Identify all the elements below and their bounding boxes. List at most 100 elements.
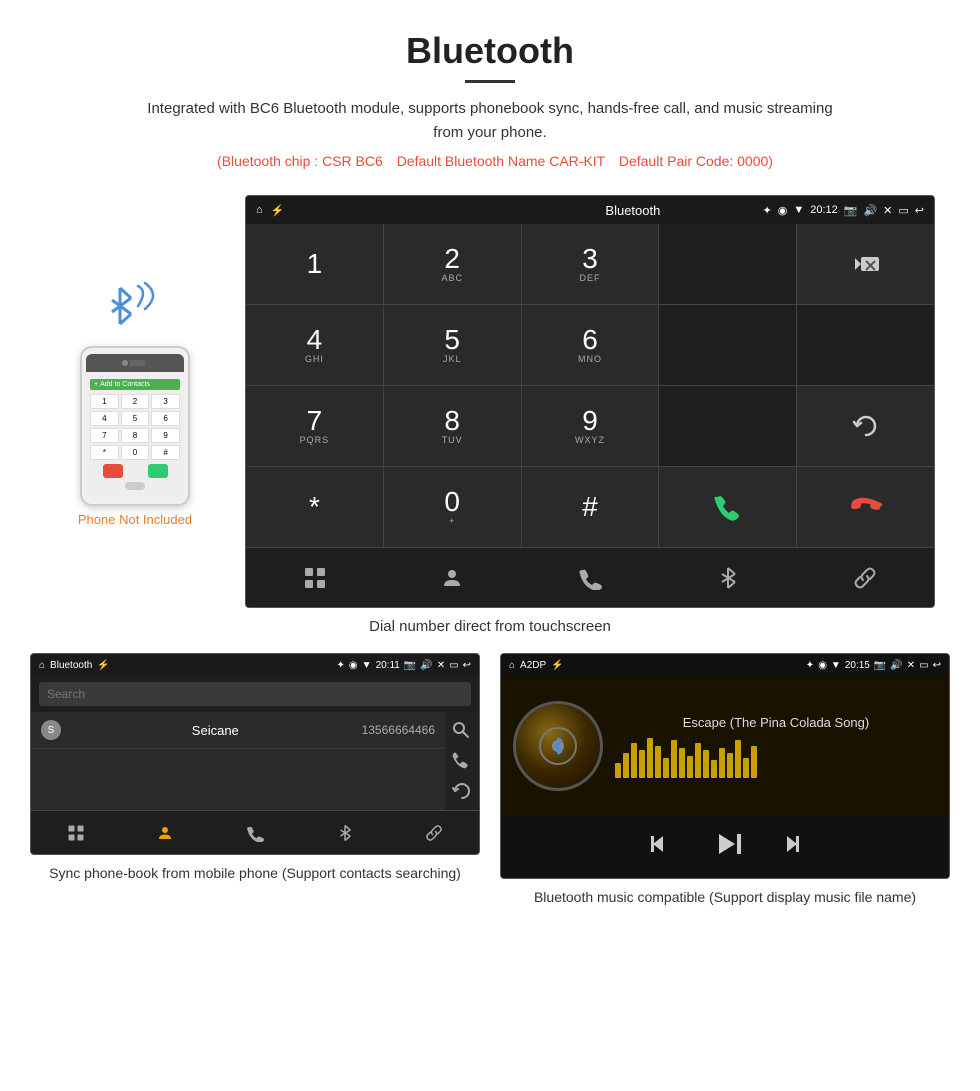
eq-bar: [679, 748, 685, 778]
dial-key-9[interactable]: 9 WXYZ: [522, 386, 659, 466]
page-header: Bluetooth Integrated with BC6 Bluetooth …: [0, 0, 980, 195]
eq-bar: [711, 760, 717, 778]
pb-nav-grid[interactable]: [31, 811, 121, 854]
phone-call-btn[interactable]: [148, 464, 168, 478]
pb-search-input[interactable]: [39, 682, 471, 706]
nav-grid[interactable]: [246, 548, 384, 607]
dial-key-8[interactable]: 8 TUV: [384, 386, 521, 466]
dial-key-3[interactable]: 3 DEF: [522, 224, 659, 304]
phone-key: 9: [151, 428, 180, 443]
phone-end-btn[interactable]: [103, 464, 123, 478]
music-status-left: ⌂ A2DP ⚡: [509, 660, 801, 671]
info-code: Default Pair Code: 0000): [619, 153, 773, 169]
phone-not-included-label: Phone Not Included: [78, 512, 192, 527]
nav-link[interactable]: [796, 548, 934, 607]
pb-contact-number: 13566664466: [362, 723, 435, 737]
dial-call-red[interactable]: [797, 467, 934, 547]
dial-key-1[interactable]: 1: [246, 224, 383, 304]
eq-bar: [695, 743, 701, 778]
dial-key-4[interactable]: 4 GHI: [246, 305, 383, 385]
prev-track-btn[interactable]: [649, 830, 677, 864]
window-icon: ▭: [898, 204, 908, 217]
pb-nav-link[interactable]: [389, 811, 479, 854]
pb-grid-icon: [67, 824, 85, 842]
dial-key-star[interactable]: *: [246, 467, 383, 547]
music-content-area: Escape (The Pina Colada Song): [501, 676, 949, 816]
phone-icon: [578, 566, 602, 590]
phone-key: 4: [90, 411, 119, 426]
dial-call-green[interactable]: [659, 467, 796, 547]
music-loc-icon: ◉: [818, 660, 827, 671]
dial-empty-4: [659, 386, 796, 466]
status-bar-right: ✦ ◉ ▼ 20:12 📷 🔊 ✕ ▭ ↩: [763, 204, 925, 217]
info-name: Default Bluetooth Name CAR-KIT: [397, 153, 605, 169]
phone-key: 0: [121, 445, 150, 460]
nav-bluetooth[interactable]: [659, 548, 797, 607]
bluetooth-icon: [105, 286, 135, 326]
phone-bottom-row: [90, 464, 180, 478]
nav-phone[interactable]: [521, 548, 659, 607]
eq-bar: [615, 763, 621, 778]
music-usb-icon: ⚡: [551, 660, 563, 671]
dial-empty-3: [797, 305, 934, 385]
pb-contact-row[interactable]: S Seicane 13566664466: [31, 712, 445, 749]
phone-keypad: 1 2 3 4 5 6 7 8 9 * 0 #: [90, 394, 180, 460]
nav-person[interactable]: [384, 548, 522, 607]
eq-bar: [703, 750, 709, 778]
back-icon: ↩: [915, 204, 924, 217]
signal-arcs-icon: [133, 281, 173, 331]
usb-icon: ⚡: [271, 204, 285, 217]
location-icon: ◉: [778, 204, 788, 217]
pb-vol-icon: 🔊: [420, 660, 432, 671]
dial-key-0[interactable]: 0 +: [384, 467, 521, 547]
home-icon: ⌂: [256, 204, 263, 216]
pb-contact-letter: S: [41, 720, 61, 740]
pb-usb-icon: ⚡: [97, 660, 109, 671]
phone-key: 7: [90, 428, 119, 443]
main-caption: Dial number direct from touchscreen: [0, 618, 980, 635]
music-vol-icon: 🔊: [890, 660, 902, 671]
eq-bar: [663, 758, 669, 778]
pb-app-name: Bluetooth: [50, 660, 92, 671]
android-dial-screen: ⌂ ⚡ Bluetooth ✦ ◉ ▼ 20:12 📷 🔊 ✕ ▭ ↩ 1: [245, 195, 935, 608]
next-track-btn[interactable]: [773, 830, 801, 864]
volume-icon: 🔊: [863, 204, 877, 217]
phone-key: *: [90, 445, 119, 460]
pb-contact-content: S Seicane 13566664466: [31, 712, 479, 810]
play-pause-btn[interactable]: [707, 826, 743, 868]
eq-bar: [631, 743, 637, 778]
status-bar: ⌂ ⚡ Bluetooth ✦ ◉ ▼ 20:12 📷 🔊 ✕ ▭ ↩: [246, 196, 934, 224]
link-icon: [853, 566, 877, 590]
music-home-icon: ⌂: [509, 660, 515, 671]
pb-cam-icon: 📷: [404, 660, 416, 671]
refresh-icon: [852, 412, 880, 440]
pb-time: 20:11: [376, 660, 400, 671]
dial-key-hash[interactable]: #: [522, 467, 659, 547]
eq-bar: [735, 740, 741, 778]
pb-nav-bt[interactable]: [300, 811, 390, 854]
phonebook-section: ⌂ Bluetooth ⚡ ✦ ◉ ▼ 20:11 📷 🔊 ✕ ▭ ↩: [30, 653, 480, 908]
phone-key: #: [151, 445, 180, 460]
dial-key-7[interactable]: 7 PQRS: [246, 386, 383, 466]
info-chip: (Bluetooth chip : CSR BC6: [217, 153, 383, 169]
music-note-icon: [538, 726, 578, 766]
dial-backspace[interactable]: [797, 224, 934, 304]
dial-key-2[interactable]: 2 ABC: [384, 224, 521, 304]
dial-empty-2: [659, 305, 796, 385]
dial-key-6[interactable]: 6 MNO: [522, 305, 659, 385]
pb-nav-phone[interactable]: [210, 811, 300, 854]
pb-status-bar: ⌂ Bluetooth ⚡ ✦ ◉ ▼ 20:11 📷 🔊 ✕ ▭ ↩: [31, 654, 479, 676]
dial-key-5[interactable]: 5 JKL: [384, 305, 521, 385]
pb-bottom-nav: [31, 810, 479, 854]
phone-home-btn: [125, 482, 145, 490]
pb-nav-person[interactable]: [121, 811, 211, 854]
music-win-icon: ▭: [919, 660, 928, 671]
dial-refresh[interactable]: [797, 386, 934, 466]
phone-side-icon: [451, 750, 471, 770]
eq-bar: [751, 746, 757, 778]
eq-bar: [623, 753, 629, 778]
music-sig-icon: ▼: [831, 660, 841, 671]
prev-icon: [649, 830, 677, 858]
play-pause-icon: [707, 826, 743, 862]
eq-bar: [647, 738, 653, 778]
